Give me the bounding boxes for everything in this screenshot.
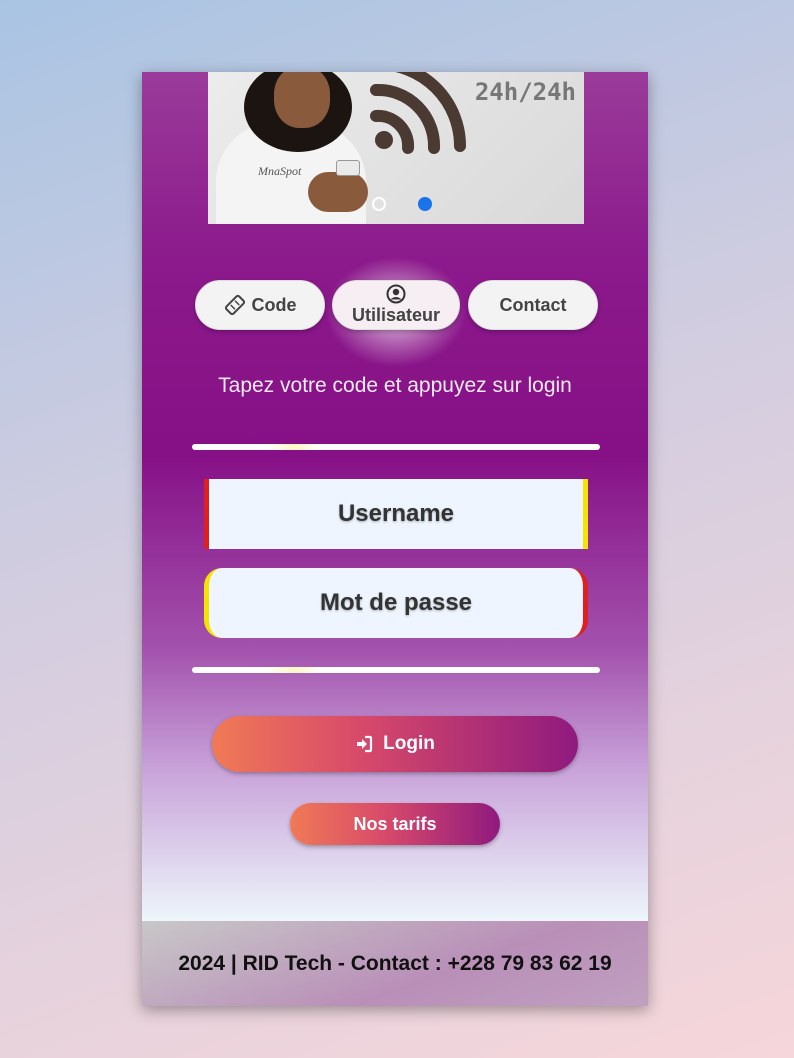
divider-top xyxy=(192,444,600,450)
card-body: MnaSpot 24h/24h Code Utilisateur Contact… xyxy=(142,72,648,921)
login-button-label: Login xyxy=(383,733,435,754)
phone-image xyxy=(336,160,360,176)
carousel-dot-2-active[interactable] xyxy=(418,197,432,211)
portal-card: MnaSpot 24h/24h Code Utilisateur Contact… xyxy=(142,72,648,1006)
tab-contact[interactable]: Contact xyxy=(468,280,598,330)
footer-text: 2024 | RID Tech - Contact : +228 79 83 6… xyxy=(178,951,612,975)
tab-code[interactable]: Code xyxy=(195,280,325,330)
tab-code-label: Code xyxy=(251,294,297,315)
ticket-icon xyxy=(224,294,246,316)
banner-photo-arm xyxy=(308,172,368,212)
shirt-logo-text: MnaSpot xyxy=(258,164,302,178)
tarifs-button[interactable]: Nos tarifs xyxy=(290,803,500,845)
wifi-icon xyxy=(370,72,466,154)
tarifs-button-label: Nos tarifs xyxy=(353,813,437,834)
carousel-dot-1[interactable] xyxy=(372,197,386,211)
sign-in-icon xyxy=(355,735,373,753)
banner-carousel[interactable]: MnaSpot 24h/24h xyxy=(208,72,584,224)
login-button[interactable]: Login xyxy=(212,716,578,772)
user-circle-icon xyxy=(386,284,406,304)
tab-contact-label: Contact xyxy=(499,294,567,315)
footer: 2024 | RID Tech - Contact : +228 79 83 6… xyxy=(142,921,648,1006)
banner-photo-face xyxy=(274,72,330,128)
tab-utilisateur-label: Utilisateur xyxy=(351,305,441,325)
instruction-text: Tapez votre code et appuyez sur login xyxy=(218,374,572,397)
banner-availability-text: 24h/24h xyxy=(474,78,576,106)
password-field[interactable]: Mot de passe xyxy=(204,568,588,638)
tab-utilisateur[interactable]: Utilisateur xyxy=(332,280,460,330)
username-field[interactable]: Username xyxy=(204,479,588,549)
divider-bottom xyxy=(192,667,600,673)
